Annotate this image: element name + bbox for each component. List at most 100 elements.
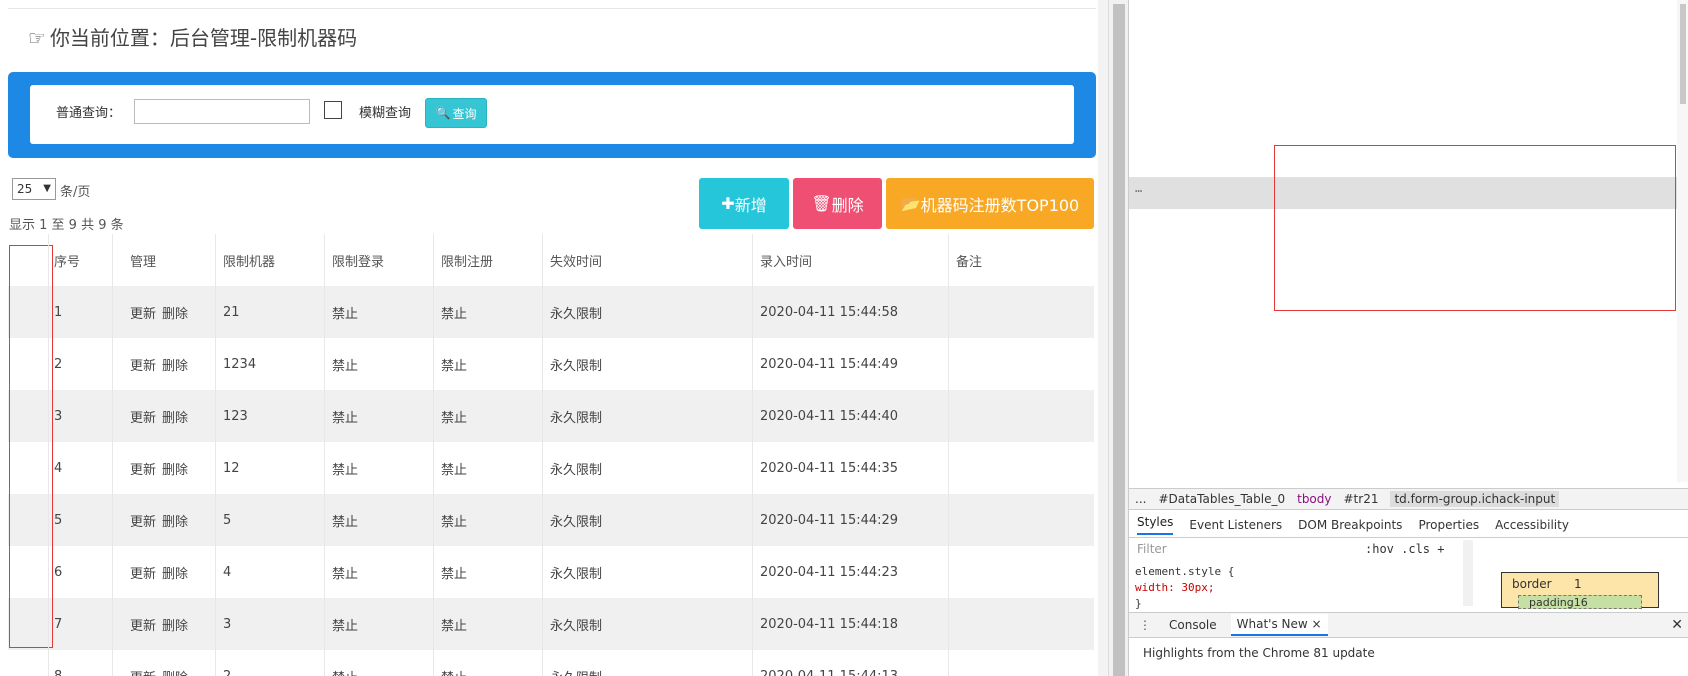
table-row: 2 更新 删除 1234 禁止 禁止 永久限制 2020-04-11 15:44:49 xyxy=(8,338,1094,390)
box-padding: padding16 xyxy=(1518,595,1642,609)
cell-register: 禁止 xyxy=(441,618,468,634)
page-size-select[interactable]: 25 ▼ xyxy=(12,178,56,200)
update-link[interactable]: 更新 xyxy=(130,511,156,530)
cell-machine: 123 xyxy=(223,408,248,424)
cell-created: 2020-04-11 15:44:18 xyxy=(760,616,899,632)
column-header[interactable]: 录入时间 xyxy=(760,234,812,286)
cell-index: 3 xyxy=(54,408,63,424)
dom-crumb[interactable]: #tr21 xyxy=(1344,492,1379,506)
update-link[interactable]: 更新 xyxy=(130,667,156,676)
cell-actions: 更新删除 xyxy=(130,494,188,546)
cell-login: 禁止 xyxy=(332,410,359,426)
whats-new-tab[interactable]: What's New × xyxy=(1230,614,1328,636)
breadcrumb: 你当前位置：后台管理-限制机器码 xyxy=(49,26,358,50)
dom-crumb[interactable]: ... xyxy=(1135,492,1146,506)
cell-expire: 永久限制 xyxy=(550,514,603,530)
update-link[interactable]: 更新 xyxy=(130,563,156,582)
query-button[interactable]: 🔍 查询 xyxy=(425,98,487,128)
update-link[interactable]: 更新 xyxy=(130,355,156,374)
more-icon[interactable]: … xyxy=(1135,181,1142,195)
column-divider xyxy=(324,234,325,676)
table-row: 7 更新 删除 3 禁止 禁止 永久限制 2020-04-11 15:44:18 xyxy=(8,598,1094,650)
machine-top100-label: 机器码注册数TOP100 xyxy=(920,195,1080,215)
column-header[interactable]: 序号 xyxy=(54,234,80,286)
scrollbar-thumb[interactable] xyxy=(1113,4,1125,676)
cell-expire: 永久限制 xyxy=(550,410,603,426)
console-tab[interactable]: Console xyxy=(1169,618,1217,632)
delete-link[interactable]: 删除 xyxy=(162,459,188,478)
styles-tab[interactable]: Accessibility xyxy=(1495,518,1569,532)
styles-tab[interactable]: DOM Breakpoints xyxy=(1298,518,1402,532)
column-header[interactable]: 备注 xyxy=(956,234,982,286)
add-button[interactable]: ✚ 新增 xyxy=(699,178,789,229)
divider xyxy=(8,8,1096,9)
column-header[interactable]: 限制注册 xyxy=(441,234,493,286)
machine-top100-button[interactable]: 📂 机器码注册数TOP100 xyxy=(886,178,1094,229)
column-header[interactable]: 限制登录 xyxy=(332,234,384,286)
update-link[interactable]: 更新 xyxy=(130,303,156,322)
kebab-menu-icon[interactable]: ⋮ xyxy=(1139,618,1151,632)
cell-actions: 更新删除 xyxy=(130,442,188,494)
cell-created: 2020-04-11 15:44:29 xyxy=(760,512,899,528)
element-style-rule: element.style { width: 30px; } xyxy=(1135,564,1234,612)
cell-expire: 永久限制 xyxy=(550,462,603,478)
cell-machine: 1234 xyxy=(223,356,257,372)
close-icon[interactable]: ✕ xyxy=(1671,617,1683,633)
cell-login: 禁止 xyxy=(332,618,359,634)
styles-tab[interactable]: Properties xyxy=(1418,518,1479,532)
cell-register: 禁止 xyxy=(441,358,468,374)
cell-login: 禁止 xyxy=(332,358,359,374)
cell-created: 2020-04-11 15:44:40 xyxy=(760,408,899,424)
delete-link[interactable]: 删除 xyxy=(162,667,188,676)
update-link[interactable]: 更新 xyxy=(130,459,156,478)
cell-index: 6 xyxy=(54,564,63,580)
styles-tab[interactable]: Event Listeners xyxy=(1189,518,1282,532)
cell-register: 禁止 xyxy=(441,410,468,426)
box-border-value: 1 xyxy=(1574,577,1582,591)
delete-button[interactable]: 🗑 删除 xyxy=(793,178,882,229)
column-divider xyxy=(112,234,113,676)
cell-index: 7 xyxy=(54,616,63,632)
cell-actions: 更新删除 xyxy=(130,546,188,598)
delete-link[interactable]: 删除 xyxy=(162,355,188,374)
cell-machine: 4 xyxy=(223,564,232,580)
drawer-tabs: ⋮ Console What's New × ✕ xyxy=(1129,612,1688,638)
cell-expire: 永久限制 xyxy=(550,618,603,634)
column-divider xyxy=(48,234,49,676)
delete-link[interactable]: 删除 xyxy=(162,615,188,634)
dom-crumb[interactable]: tbody xyxy=(1297,492,1331,506)
search-input[interactable] xyxy=(134,99,310,124)
cell-register: 禁止 xyxy=(441,306,468,322)
delete-link[interactable]: 删除 xyxy=(162,563,188,582)
rule-declaration[interactable]: width: 30px; xyxy=(1135,580,1234,596)
elements-scrollbar-thumb[interactable] xyxy=(1680,4,1686,104)
update-link[interactable]: 更新 xyxy=(130,615,156,634)
column-header[interactable]: 限制机器 xyxy=(223,234,275,286)
column-header[interactable]: 管理 xyxy=(130,234,156,286)
chevron-down-icon: ▼ xyxy=(43,183,51,194)
highlight-box-dom xyxy=(1274,145,1676,311)
page-scrollbar[interactable] xyxy=(1108,0,1128,676)
delete-link[interactable]: 删除 xyxy=(162,407,188,426)
cell-register: 禁止 xyxy=(441,566,468,582)
table-row: 1 更新 删除 21 禁止 禁止 永久限制 2020-04-11 15:44:58 xyxy=(8,286,1094,338)
update-link[interactable]: 更新 xyxy=(130,407,156,426)
fuzzy-search-checkbox[interactable] xyxy=(324,101,342,119)
styles-scrollbar[interactable] xyxy=(1463,540,1473,606)
elements-scrollbar[interactable] xyxy=(1677,0,1688,482)
column-divider xyxy=(948,234,949,676)
cell-login: 禁止 xyxy=(332,566,359,582)
whats-new-headline: Highlights from the Chrome 81 update xyxy=(1143,646,1375,660)
dom-crumb[interactable]: td.form-group.ichack-input xyxy=(1390,491,1560,507)
styles-tab[interactable]: Styles xyxy=(1137,515,1174,535)
trash-icon: 🗑 xyxy=(811,194,832,213)
styles-filter-input[interactable]: Filter xyxy=(1137,542,1167,556)
delete-link[interactable]: 删除 xyxy=(162,511,188,530)
cell-index: 4 xyxy=(54,460,63,476)
hov-cls-controls[interactable]: :hov .cls + xyxy=(1365,542,1444,556)
styles-tabs: Styles Event Listeners DOM Breakpoints Prop… xyxy=(1129,512,1688,538)
column-header[interactable]: 失效时间 xyxy=(550,234,602,286)
dom-crumb[interactable]: #DataTables_Table_0 xyxy=(1158,492,1285,506)
delete-link[interactable]: 删除 xyxy=(162,303,188,322)
table-header: 序号 管理 限制机器 限制登录 限制注册 失效时间 录入时间 备注 xyxy=(8,234,1094,286)
